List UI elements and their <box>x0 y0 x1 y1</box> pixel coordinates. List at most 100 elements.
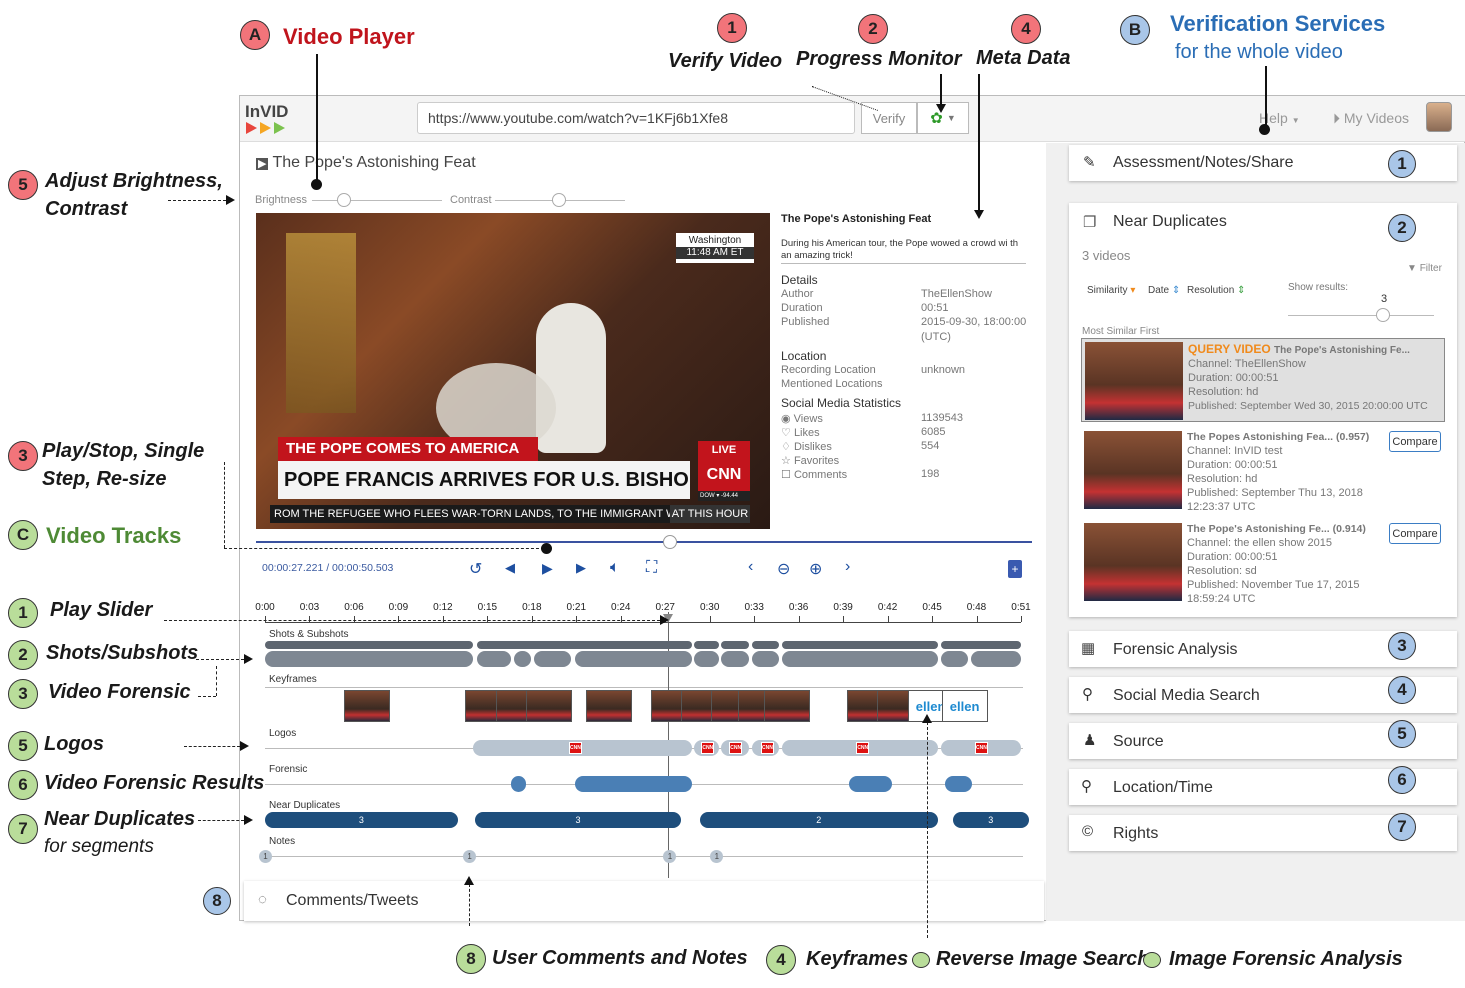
subshot-segment[interactable] <box>751 651 780 667</box>
result-query[interactable]: QUERY VIDEO The Pope's Astonishing Fe...… <box>1081 338 1445 422</box>
subshot-segment[interactable] <box>782 651 938 667</box>
contrast-slider-handle[interactable] <box>552 193 566 207</box>
bullet-icon <box>1143 952 1161 968</box>
shot-segment[interactable] <box>782 641 938 649</box>
subshot-segment[interactable] <box>720 651 749 667</box>
top-bar: InVID Verify ✿▼ Help ▼ ⏵ My Videos <box>240 96 1465 142</box>
filter-button[interactable]: ▼ Filter <box>1407 263 1442 274</box>
result-duration: Duration: 00:00:51 <box>1188 372 1279 384</box>
arrow-right <box>226 195 235 205</box>
chevron-left-icon[interactable]: ‹ <box>748 558 753 576</box>
result-item[interactable]: The Popes Astonishing Fea... (0.957) Cha… <box>1081 427 1445 515</box>
tick-mark <box>887 616 889 622</box>
subshot-segment[interactable] <box>265 651 473 667</box>
annotation-3-badge: 3 <box>8 441 38 471</box>
shot-segment[interactable] <box>265 641 473 649</box>
subshot-segment[interactable] <box>694 651 719 667</box>
zoom-out-icon[interactable]: ⊖ <box>777 559 790 579</box>
duration-key: Duration <box>781 302 823 314</box>
zoom-in-icon[interactable]: ⊕ <box>809 559 822 579</box>
badge-forensic: 3 <box>1388 632 1416 660</box>
keyframes-track-line <box>265 687 1023 688</box>
subshot-segment[interactable] <box>476 651 511 667</box>
compare-button[interactable]: Compare <box>1389 431 1441 452</box>
annotation-video-tracks: Video Tracks <box>46 523 182 548</box>
brightness-slider[interactable] <box>312 200 442 201</box>
subshot-segment[interactable] <box>940 651 969 667</box>
tick-mark <box>843 616 845 622</box>
comments-tweets-panel[interactable]: ◌ Comments/Tweets <box>244 881 1044 921</box>
logo-segment[interactable] <box>472 740 693 756</box>
sort-resolution[interactable]: Resolution ⇕ <box>1187 285 1245 296</box>
note-marker[interactable]: 1 <box>710 850 724 863</box>
shot-segment[interactable] <box>720 641 749 649</box>
play-icon[interactable]: ▶ <box>542 560 553 577</box>
annotation-image-forensic: Image Forensic Analysis <box>1169 948 1403 970</box>
keyframe-thumbnail[interactable] <box>525 690 572 722</box>
sort-similarity[interactable]: Similarity ▾ <box>1087 285 1135 296</box>
fullscreen-icon[interactable]: ⛶ <box>646 559 657 577</box>
keyframe-thumbnail[interactable]: ellen <box>941 690 988 722</box>
replay-icon[interactable]: ↺ <box>469 559 482 579</box>
author-key: Author <box>781 288 814 300</box>
leader-video-forensic <box>216 666 217 696</box>
annotation-near-duplicates: Near Duplicates <box>44 808 196 830</box>
shot-segment[interactable] <box>694 641 719 649</box>
compare-button[interactable]: Compare <box>1389 523 1441 544</box>
step-back-icon[interactable]: ◀︎ <box>505 560 515 576</box>
duration-value: 00:51 <box>921 302 949 314</box>
forensic-segment[interactable] <box>945 776 972 792</box>
thumbs-up-icon: ♡ <box>781 427 791 439</box>
near-duplicate-segment[interactable]: 3 <box>475 812 681 828</box>
chevron-right-icon[interactable]: › <box>845 558 850 576</box>
url-input[interactable] <box>417 102 855 134</box>
seek-bar[interactable] <box>256 541 1032 543</box>
result-item[interactable]: The Pope's Astonishing Fe... (0.914) Cha… <box>1081 519 1445 607</box>
volume-icon[interactable]: 🔈︎ <box>610 559 620 577</box>
video-frame[interactable]: Washington 11:48 AM ET THE POPE COMES TO … <box>256 213 770 529</box>
keyframe-thumbnail[interactable] <box>344 690 391 722</box>
caret-down-icon: ▼ <box>946 113 956 123</box>
show-results-label: Show results: <box>1288 282 1349 293</box>
subshot-segment[interactable] <box>514 651 532 667</box>
show-results-slider[interactable] <box>1288 315 1434 316</box>
step-forward-icon[interactable]: ▶︎ <box>576 560 586 576</box>
add-note-icon[interactable]: + <box>1008 560 1022 578</box>
my-videos-link[interactable]: ⏵ My Videos <box>1333 110 1409 127</box>
avatar[interactable] <box>1426 102 1452 132</box>
keyframe-thumbnail[interactable] <box>763 690 810 722</box>
shot-segment[interactable] <box>751 641 780 649</box>
brightness-slider-handle[interactable] <box>337 193 351 207</box>
forensic-segment[interactable] <box>574 776 693 792</box>
seek-handle[interactable] <box>662 535 677 549</box>
annotation-t2-badge: 2 <box>8 640 38 670</box>
logo-triangles-icon <box>246 121 294 134</box>
sort-similarity-label: Similarity <box>1087 285 1128 296</box>
near-duplicate-segment[interactable]: 3 <box>952 812 1029 828</box>
forensic-segment[interactable] <box>510 776 526 792</box>
star-icon: ☆ <box>781 455 791 467</box>
keyframe-thumbnail[interactable] <box>586 690 633 722</box>
note-marker[interactable]: 1 <box>663 850 677 863</box>
near-duplicate-segment[interactable]: 2 <box>699 812 938 828</box>
near-duplicate-segment[interactable]: 3 <box>265 812 458 828</box>
annotation-1-badge: 1 <box>717 13 747 43</box>
badge-assessment: 1 <box>1388 150 1416 178</box>
cnn-logo-icon: CNN <box>974 742 988 754</box>
favorites-key: ☆ Favorites <box>781 454 839 467</box>
annotation-play-slider: Play Slider <box>50 599 153 621</box>
shot-segment[interactable] <box>476 641 693 649</box>
play-circle-icon: ⏵ <box>1333 110 1340 126</box>
subshot-segment[interactable] <box>574 651 693 667</box>
candles-shape <box>286 233 356 413</box>
annotation-user-comments: User Comments and Notes <box>492 947 748 969</box>
subshot-segment[interactable] <box>534 651 572 667</box>
forensic-segment[interactable] <box>848 776 893 792</box>
favorites-key-text: Favorites <box>793 455 840 467</box>
sort-date[interactable]: Date ⇕ <box>1148 285 1180 296</box>
note-marker[interactable]: 1 <box>259 850 272 863</box>
show-results-handle[interactable] <box>1376 308 1390 322</box>
shot-segment[interactable] <box>940 641 1021 649</box>
note-marker[interactable]: 1 <box>463 850 477 863</box>
subshot-segment[interactable] <box>971 651 1021 667</box>
